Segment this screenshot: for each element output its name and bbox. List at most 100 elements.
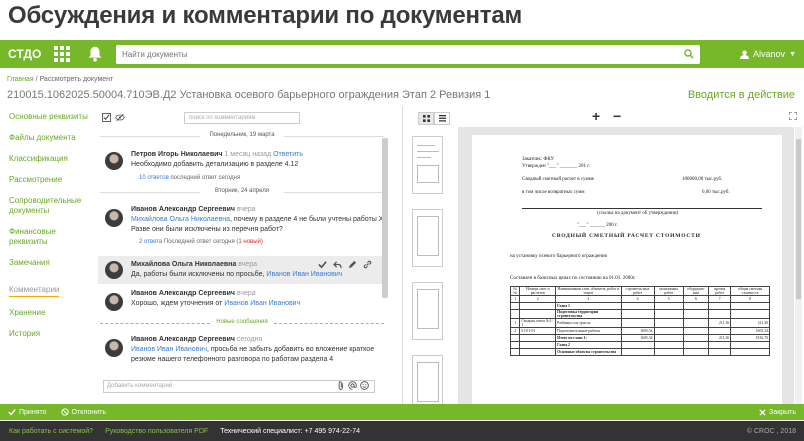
page-thumbnail[interactable] — [412, 136, 443, 194]
nav-item-comments[interactable]: Комментарии — [9, 285, 60, 297]
nav-item-related-docs[interactable]: Сопроводительные документы — [9, 196, 89, 216]
apps-grid-icon[interactable] — [54, 46, 70, 62]
nav-item-finance[interactable]: Финансовые реквизиты — [9, 227, 89, 247]
breadcrumb-home[interactable]: Главная — [7, 76, 34, 83]
user-icon — [740, 49, 750, 59]
add-comment-input[interactable]: Добавить комментарий — [103, 380, 375, 393]
table-cell — [509, 309, 521, 319]
at-icon[interactable] — [348, 381, 357, 390]
table-row: 1 Сводная смета №1-1 Разбивка оси трассы 21… — [509, 318, 770, 328]
eye-off-icon[interactable] — [115, 113, 125, 122]
user-name: Alvanov — [753, 49, 786, 59]
table-cell — [620, 341, 655, 349]
table-row: Итого по главе 1: 1605,34 211,36 1816,70 — [509, 334, 770, 342]
nav-item-remarks[interactable]: Замечания — [9, 258, 89, 268]
app-logo[interactable]: СТДО — [8, 47, 52, 61]
doc-line: Заказчик: ФКУ — [522, 157, 555, 162]
mention-link[interactable]: Иванов Иван Иванович — [131, 346, 207, 353]
check-icon[interactable] — [318, 260, 327, 269]
table-cell: 211,36 — [730, 318, 770, 328]
expand-icon[interactable] — [789, 112, 797, 120]
table-row: Глава 2 — [509, 341, 770, 349]
comments-scrollbar[interactable] — [382, 138, 388, 298]
attach-icon[interactable] — [337, 381, 345, 390]
mention-link[interactable]: Иванов Иван Иванович — [224, 300, 300, 307]
list-view-button[interactable] — [434, 112, 450, 125]
edit-icon[interactable] — [348, 260, 357, 269]
comment-item-selected[interactable]: Михайлова Ольга Николаевна вчера Да, раб… — [98, 256, 386, 284]
reject-button[interactable]: Отклонить — [60, 408, 106, 416]
footer: Как работать с системой? Руководство пол… — [0, 421, 804, 441]
doc-line: 100000,00 тыс.руб. — [682, 177, 723, 182]
zoom-in-button[interactable]: + — [592, 108, 600, 124]
accept-button[interactable]: Принято — [8, 408, 47, 416]
close-button[interactable]: Закрыть — [759, 409, 796, 416]
comment-item: Петров Игорь Николаевич 1 месяц назад От… — [98, 150, 386, 183]
panel-divider[interactable] — [402, 106, 403, 404]
avatar — [105, 152, 123, 170]
table-row: 2 01-01-01 Подготовительные работы 1605,34 1… — [509, 327, 770, 335]
table-cell — [730, 348, 770, 356]
grid-view-button[interactable] — [418, 112, 434, 125]
nav-item-review[interactable]: Рассмотрение — [9, 175, 89, 185]
avatar — [105, 339, 123, 357]
search-bar — [116, 44, 700, 64]
table-cell: 8 — [730, 295, 770, 303]
comment-item: Иванов Александр Сергеевич вчера Хорошо,… — [98, 289, 386, 311]
accept-label: Принято — [19, 408, 47, 416]
bell-icon[interactable] — [86, 45, 104, 63]
comments-search-input[interactable]: поиск по комментариям — [184, 112, 300, 124]
table-row: Подготовка территории строительства — [509, 309, 770, 319]
guide-link[interactable]: Руководство пользователя PDF — [105, 428, 208, 435]
table-cell — [708, 309, 732, 319]
table-row: №№ Номера смет и расчетов Наименование гла… — [509, 286, 770, 296]
document-viewer[interactable]: Заказчик: ФКУ Утвержден "___" _______ 20… — [458, 127, 794, 410]
action-bar: Принято Отклонить Закрыть — [0, 404, 804, 420]
search-input[interactable] — [116, 45, 678, 63]
nav-item-files[interactable]: Файлы документа — [9, 133, 89, 143]
page-thumbnail[interactable] — [412, 282, 443, 340]
mention-link[interactable]: Иванов Иван Иванович — [266, 271, 342, 278]
reply-link[interactable]: Ответить — [273, 151, 303, 158]
table-cell — [708, 302, 732, 310]
reject-label: Отклонить — [71, 408, 106, 416]
mention-link[interactable]: Михайлова Ольга Николаевна — [131, 216, 230, 223]
replies-link[interactable]: 2 ответа — [139, 239, 162, 245]
table-cell — [509, 334, 521, 342]
doc-title: СВОДНЫЙ СМЕТНЫЙ РАСЧЕТ СТОИМОСТИ — [552, 233, 701, 239]
zoom-out-button[interactable]: − — [613, 108, 621, 124]
check-icon — [8, 409, 16, 416]
table-cell: прочих работ — [708, 286, 732, 296]
table-cell: монтажных работ — [653, 286, 684, 296]
table-cell — [620, 318, 655, 328]
viewer-scrollbar[interactable] — [795, 127, 802, 404]
replies-link[interactable]: 10 ответов — [139, 175, 169, 181]
checkbox-icon[interactable] — [102, 113, 111, 122]
reply-icon[interactable] — [333, 260, 342, 269]
nav-item-storage[interactable]: Хранение — [9, 308, 89, 318]
nav-item-main-props[interactable]: Основные реквизиты — [9, 112, 89, 122]
grid-view-icon — [422, 115, 430, 122]
avatar — [105, 293, 123, 311]
nav-item-classification[interactable]: Классификация — [9, 154, 89, 164]
table-cell — [708, 348, 732, 356]
table-cell: 1605,34 — [620, 327, 655, 335]
table-cell: Итого по главе 1: — [555, 334, 622, 342]
table-cell: 7 — [708, 295, 732, 303]
view-toggle — [418, 112, 450, 125]
emoji-icon[interactable] — [360, 381, 369, 390]
link-icon[interactable] — [363, 260, 372, 269]
table-cell: 3 — [555, 295, 622, 303]
table-cell — [620, 302, 655, 310]
nav-item-history[interactable]: История — [9, 329, 89, 339]
help-link[interactable]: Как работать с системой? — [9, 428, 93, 435]
list-view-icon — [438, 115, 446, 122]
page-thumbnail[interactable] — [412, 209, 443, 267]
table-cell: 1605,34 — [730, 327, 770, 335]
user-menu[interactable]: Alvanov ▼ — [740, 49, 796, 59]
table-cell — [620, 348, 655, 356]
search-icon[interactable] — [678, 49, 700, 59]
comments-toolbar — [102, 113, 125, 122]
table-cell — [519, 334, 557, 342]
table-cell — [682, 302, 710, 310]
